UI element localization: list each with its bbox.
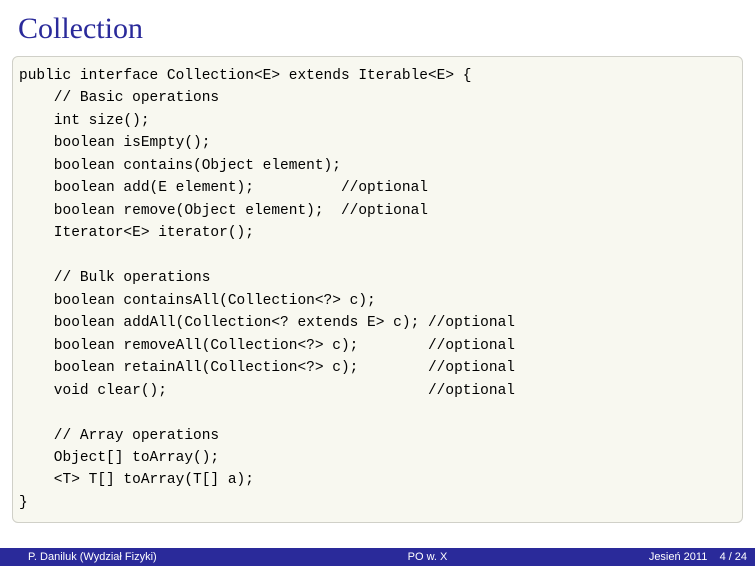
code-line: boolean addAll(Collection<? extends E> c… xyxy=(19,315,515,331)
code-line: <T> T[] toArray(T[] a); xyxy=(19,472,254,488)
code-line: boolean isEmpty(); xyxy=(19,135,210,151)
code-line: } xyxy=(19,495,28,511)
slide-title: Collection xyxy=(0,0,755,56)
code-line: int size(); xyxy=(19,113,150,129)
footer-right: Jesień 2011 4/24 xyxy=(595,551,755,563)
page-separator: / xyxy=(726,551,735,563)
code-line: boolean remove(Object element); //option… xyxy=(19,203,428,219)
footer-author: P. Daniluk (Wydział Fizyki) xyxy=(0,551,260,563)
code-line: boolean contains(Object element); xyxy=(19,158,341,174)
code-line: Object[] toArray(); xyxy=(19,450,219,466)
code-line: // Basic operations xyxy=(19,90,219,106)
code-line: // Array operations xyxy=(19,428,219,444)
code-line: boolean retainAll(Collection<?> c); //op… xyxy=(19,360,515,376)
code-line: boolean containsAll(Collection<?> c); xyxy=(19,293,376,309)
code-line: boolean removeAll(Collection<?> c); //op… xyxy=(19,338,515,354)
footer-term: Jesień 2011 xyxy=(649,551,708,563)
page-current: 4 xyxy=(720,551,726,563)
code-line: boolean add(E element); //optional xyxy=(19,180,428,196)
footer-course: PO w. X xyxy=(260,551,595,563)
code-block: public interface Collection<E> extends I… xyxy=(12,56,743,523)
code-line: // Bulk operations xyxy=(19,270,210,286)
page-total: 24 xyxy=(735,551,747,563)
code-line: public interface Collection<E> extends I… xyxy=(19,68,471,84)
code-line: Iterator<E> iterator(); xyxy=(19,225,254,241)
code-line: void clear(); //optional xyxy=(19,383,515,399)
slide-footer: P. Daniluk (Wydział Fizyki) PO w. X Jesi… xyxy=(0,548,755,566)
